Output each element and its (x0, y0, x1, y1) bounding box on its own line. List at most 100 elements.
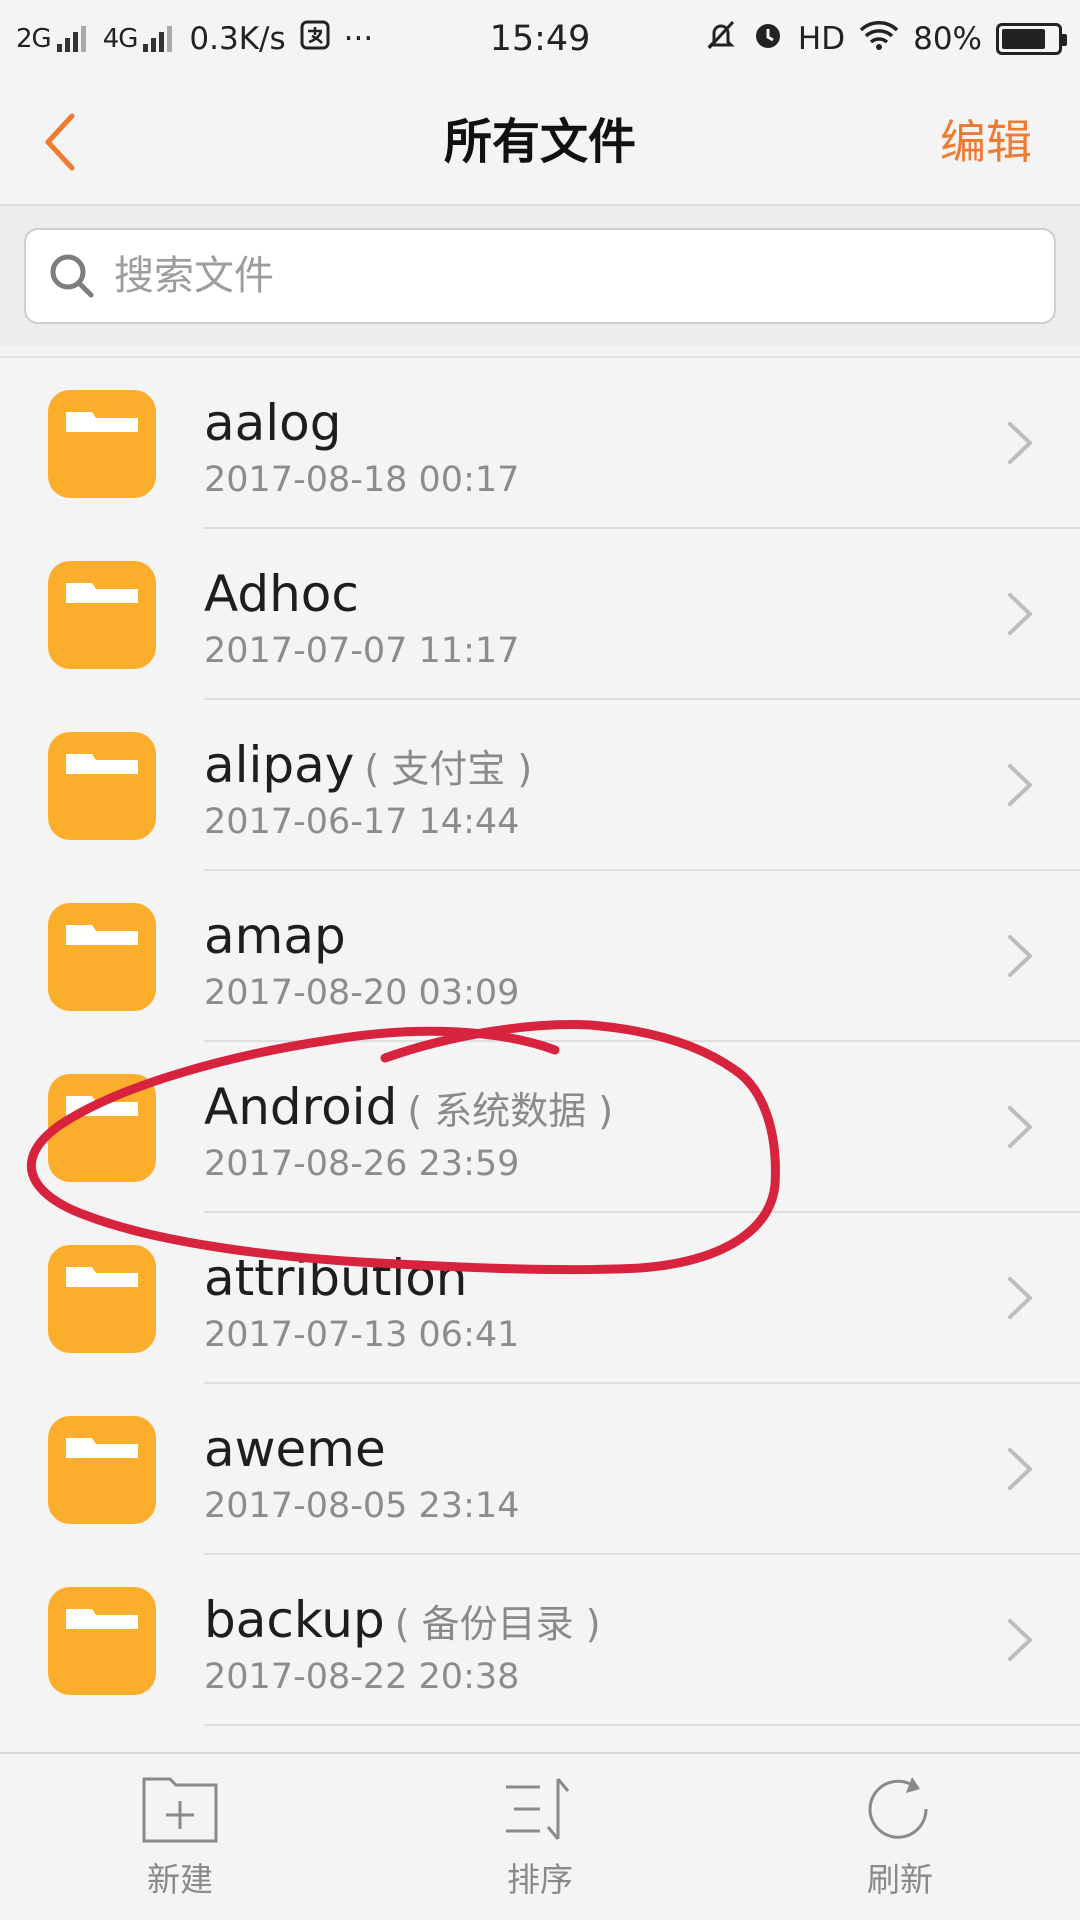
chevron-right-icon (1008, 1277, 1032, 1319)
folder-icon (48, 561, 156, 669)
network-2g-label: 2G (16, 24, 52, 54)
chevron-right-icon (1008, 1106, 1032, 1148)
new-folder-icon (142, 1777, 218, 1843)
navigation-bar: 所有文件 编辑 (0, 78, 1080, 206)
back-button[interactable] (40, 104, 116, 180)
file-list: aalog 2017-08-18 00:17 Adhoc 2017-07-07 … (0, 356, 1080, 1752)
file-name: amap (204, 907, 346, 965)
mute-icon (704, 18, 738, 60)
network-4g-label: 4G (102, 24, 139, 54)
signal-4g-icon (143, 26, 175, 52)
network-4g: 4G (103, 24, 176, 54)
alipay-notification-icon (300, 20, 330, 58)
refresh-icon (868, 1777, 928, 1839)
wifi-icon (859, 19, 899, 59)
page-title: 所有文件 (443, 114, 636, 170)
sort-label: 排序 (507, 1860, 573, 1899)
file-date: 2017-07-07 11:17 (204, 631, 520, 671)
file-name: attribution (204, 1249, 468, 1307)
file-name: backup (204, 1591, 385, 1649)
new-folder-button[interactable]: 新建 (80, 1773, 280, 1901)
battery-fill (1002, 29, 1046, 49)
chevron-right-icon (1008, 935, 1032, 977)
file-date: 2017-07-13 06:41 (204, 1315, 520, 1355)
file-text: aalog 2017-08-18 00:17 (204, 394, 519, 500)
folder-icon (48, 1587, 156, 1695)
file-title-line: aweme (204, 1420, 519, 1478)
network-2g: 2G (16, 24, 89, 54)
search-area (0, 206, 1080, 346)
file-name: Android (204, 1078, 398, 1136)
file-date: 2017-08-26 23:59 (204, 1144, 520, 1184)
file-name: aweme (204, 1420, 386, 1478)
file-manager-screen: 2G 4G 0.3K/s ··· HD 80% 15:49 所有文件 编辑 搜索… (0, 0, 1080, 1920)
chevron-right-icon (1008, 1619, 1032, 1661)
network-speed: 0.3K/s (189, 21, 286, 57)
file-name: alipay (204, 736, 355, 794)
file-title-line: Android( 系统数据 ) (204, 1078, 613, 1136)
bottom-toolbar: 新建 排序 刷新 (0, 1752, 1080, 1920)
folder-icon (48, 390, 156, 498)
file-date: 2017-08-18 00:17 (204, 460, 520, 500)
chevron-right-icon (1008, 593, 1032, 635)
search-icon (50, 254, 94, 298)
file-text: backup( 备份目录 ) 2017-08-22 20:38 (204, 1591, 601, 1697)
file-title-line: attribution (204, 1249, 519, 1307)
folder-icon (48, 732, 156, 840)
search-input[interactable] (114, 253, 1014, 299)
file-text: alipay( 支付宝 ) 2017-06-17 14:44 (204, 736, 532, 842)
folder-icon (48, 903, 156, 1011)
row-divider (204, 1724, 1080, 1726)
file-tag: ( 系统数据 ) (407, 1089, 614, 1133)
alarm-icon (752, 19, 784, 59)
file-row-backup[interactable]: backup( 备份目录 ) 2017-08-22 20:38 (0, 1555, 1080, 1726)
chevron-right-icon (1008, 422, 1032, 464)
sort-icon (506, 1778, 570, 1840)
file-text: attribution 2017-07-13 06:41 (204, 1249, 519, 1355)
more-notifications: ··· (343, 21, 374, 57)
refresh-label: 刷新 (867, 1860, 933, 1899)
folder-icon (48, 1245, 156, 1353)
file-row-android[interactable]: Android( 系统数据 ) 2017-08-26 23:59 (0, 1042, 1080, 1213)
file-title-line: backup( 备份目录 ) (204, 1591, 601, 1649)
file-tag: ( 支付宝 ) (364, 747, 533, 791)
file-text: aweme 2017-08-05 23:14 (204, 1420, 519, 1526)
file-row-adhoc[interactable]: Adhoc 2017-07-07 11:17 (0, 529, 1080, 700)
file-title-line: Adhoc (204, 565, 519, 623)
file-tag: ( 备份目录 ) (394, 1602, 601, 1646)
status-bar: 2G 4G 0.3K/s ··· HD 80% 15:49 (0, 0, 1080, 78)
file-name: Adhoc (204, 565, 359, 623)
file-date: 2017-08-22 20:38 (204, 1657, 520, 1697)
file-text: Adhoc 2017-07-07 11:17 (204, 565, 519, 671)
search-box[interactable] (24, 228, 1056, 324)
file-row-attribution[interactable]: attribution 2017-07-13 06:41 (0, 1213, 1080, 1384)
chevron-left-icon (45, 113, 75, 171)
signal-2g-icon (56, 26, 89, 52)
folder-icon (48, 1416, 156, 1524)
new-folder-label: 新建 (147, 1860, 213, 1899)
hd-indicator: HD (797, 21, 846, 57)
file-title-line: amap (204, 907, 519, 965)
file-date: 2017-08-05 23:14 (204, 1486, 520, 1526)
file-row-aalog[interactable]: aalog 2017-08-18 00:17 (0, 358, 1080, 529)
file-name: aalog (204, 394, 342, 452)
chevron-right-icon (1008, 764, 1032, 806)
file-text: amap 2017-08-20 03:09 (204, 907, 519, 1013)
file-title-line: alipay( 支付宝 ) (204, 736, 532, 794)
edit-button[interactable]: 编辑 (940, 78, 1032, 206)
battery-percent: 80% (913, 21, 982, 57)
battery-icon (996, 23, 1067, 55)
file-title-line: aalog (204, 394, 519, 452)
status-left: 2G 4G 0.3K/s ··· (16, 20, 387, 58)
refresh-button[interactable]: 刷新 (800, 1773, 1000, 1901)
file-row-alipay[interactable]: alipay( 支付宝 ) 2017-06-17 14:44 (0, 700, 1080, 871)
file-text: Android( 系统数据 ) 2017-08-26 23:59 (204, 1078, 613, 1184)
status-right: HD 80% (704, 18, 1067, 60)
file-row-amap[interactable]: amap 2017-08-20 03:09 (0, 871, 1080, 1042)
file-row-aweme[interactable]: aweme 2017-08-05 23:14 (0, 1384, 1080, 1555)
chevron-right-icon (1008, 1448, 1032, 1490)
sort-button[interactable]: 排序 (440, 1773, 640, 1901)
folder-icon (48, 1074, 156, 1182)
file-date: 2017-08-20 03:09 (204, 973, 520, 1013)
file-date: 2017-06-17 14:44 (204, 802, 520, 842)
